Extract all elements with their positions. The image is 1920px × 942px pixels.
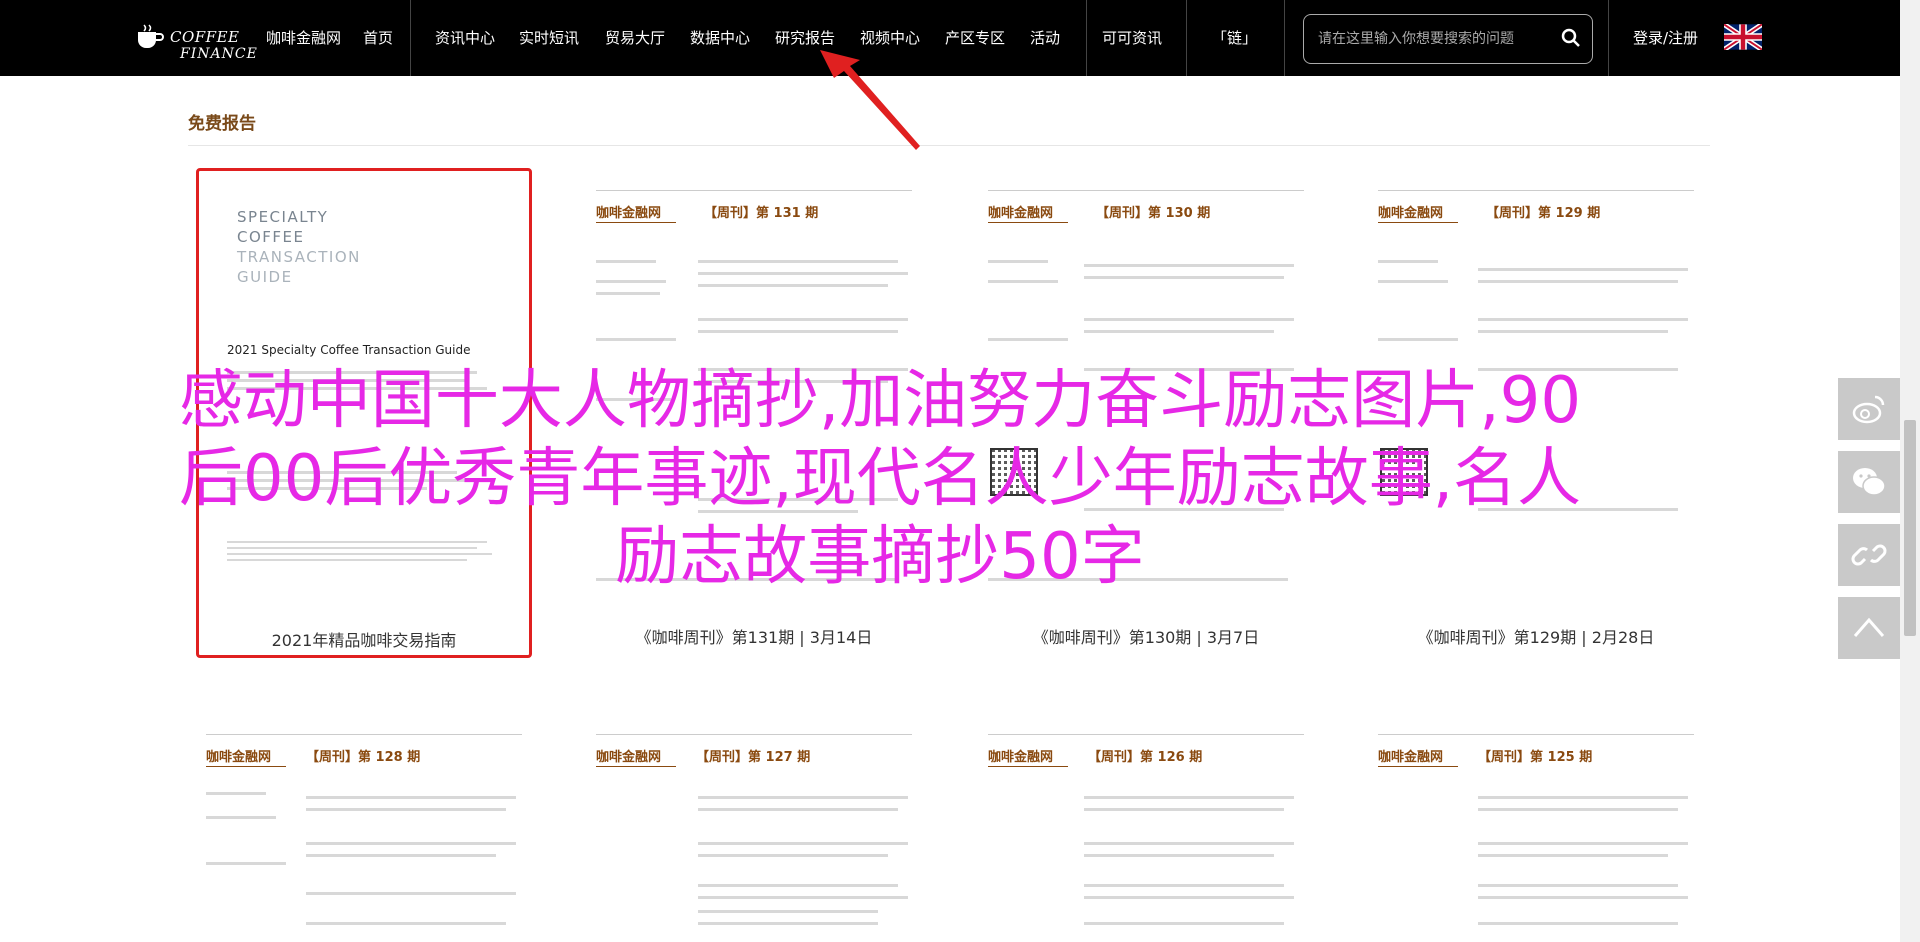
nav-divider (1086, 0, 1087, 76)
link-icon (1851, 544, 1887, 566)
report-caption[interactable]: 2021年精品咖啡交易指南 (199, 627, 529, 651)
scrollbar-thumb[interactable] (1904, 420, 1916, 636)
report-cover: 咖啡金融网 【周刊】第 125 期 (1368, 712, 1704, 942)
coffee-cup-icon (138, 24, 164, 48)
report-card-125[interactable]: 咖啡金融网 【周刊】第 125 期 (1368, 712, 1704, 942)
guide-cover-title: SPECIALTY COFFEE TRANSACTION GUIDE (237, 208, 361, 286)
red-arrow-annotation (820, 50, 920, 150)
report-issue: 【周刊】第 125 期 (1478, 750, 1593, 765)
nav-coffee-finance[interactable]: 咖啡金融网 (266, 27, 341, 48)
overlay-line-2: 后00后优秀青年事迹,现代名人少年励志故事,名人 (178, 442, 1582, 516)
nav-divider (410, 0, 411, 76)
section-divider (188, 145, 1710, 146)
logo-text-line2: FINANCE (180, 46, 258, 62)
report-brand: 咖啡金融网 (988, 206, 1054, 221)
nav-cocoa-news[interactable]: 可可资讯 (1102, 27, 1162, 48)
nav-divider (1608, 0, 1609, 76)
report-brand: 咖啡金融网 (1378, 206, 1444, 221)
logo-text-line1: COFFEE (170, 28, 240, 46)
report-issue: 【周刊】第 127 期 (696, 750, 811, 765)
report-card-127[interactable]: 咖啡金融网 【周刊】第 127 期 (586, 712, 922, 942)
nav-flash-news[interactable]: 实时短讯 (519, 27, 579, 48)
report-issue: 【周刊】第 126 期 (1088, 750, 1203, 765)
report-brand: 咖啡金融网 (596, 206, 662, 221)
overlay-line-3: 励志故事摘抄50字 (615, 520, 1145, 594)
report-caption[interactable]: 《咖啡周刊》第129期 | 2月28日 (1368, 624, 1704, 648)
report-issue: 【周刊】第 131 期 (704, 206, 819, 221)
nav-home[interactable]: 首页 (363, 27, 393, 48)
login-register-link[interactable]: 登录/注册 (1633, 27, 1698, 48)
back-to-top-button[interactable] (1838, 597, 1900, 659)
nav-origin-zone[interactable]: 产区专区 (945, 27, 1005, 48)
nav-data-center[interactable]: 数据中心 (690, 27, 750, 48)
share-wechat-button[interactable] (1838, 451, 1900, 513)
search-icon[interactable] (1560, 27, 1582, 49)
report-issue: 【周刊】第 130 期 (1096, 206, 1211, 221)
weibo-icon (1852, 395, 1885, 424)
report-brand: 咖啡金融网 (1378, 750, 1444, 765)
report-brand: 咖啡金融网 (596, 750, 662, 765)
search-input[interactable] (1316, 25, 1550, 53)
wechat-icon (1853, 468, 1886, 496)
nav-events[interactable]: 活动 (1030, 27, 1060, 48)
report-brand: 咖啡金融网 (206, 750, 272, 765)
share-link-button[interactable] (1838, 524, 1900, 586)
report-cover: 咖啡金融网 【周刊】第 128 期 (196, 712, 532, 942)
uk-flag-icon[interactable] (1724, 24, 1762, 50)
nav-divider (1284, 0, 1285, 76)
page-scrollbar[interactable] (1900, 0, 1920, 942)
guide-cover-subtitle: 2021 Specialty Coffee Transaction Guide (227, 343, 471, 357)
report-brand: 咖啡金融网 (988, 750, 1054, 765)
report-cover: 咖啡金融网 【周刊】第 127 期 (586, 712, 922, 942)
report-card-126[interactable]: 咖啡金融网 【周刊】第 126 期 (978, 712, 1314, 942)
search-box (1303, 14, 1593, 64)
nav-divider (1186, 0, 1187, 76)
report-caption[interactable]: 《咖啡周刊》第131期 | 3月14日 (586, 624, 922, 648)
top-navigation-bar: COFFEE FINANCE 咖啡金融网 首页 资讯中心 实时短讯 贸易大厅 数… (0, 0, 1900, 76)
overlay-line-1: 感动中国十大人物摘抄,加油努力奋斗励志图片,90 (178, 364, 1582, 438)
report-cover: 咖啡金融网 【周刊】第 126 期 (978, 712, 1314, 942)
back-to-top-icon (1853, 617, 1885, 637)
nav-news-center[interactable]: 资讯中心 (435, 27, 495, 48)
overlay-headline: 感动中国十大人物摘抄,加油努力奋斗励志图片,90 后00后优秀青年事迹,现代名人… (0, 362, 1760, 596)
report-issue: 【周刊】第 128 期 (306, 750, 421, 765)
report-card-128[interactable]: 咖啡金融网 【周刊】第 128 期 (196, 712, 532, 942)
share-weibo-button[interactable] (1838, 378, 1900, 440)
nav-trade-hall[interactable]: 贸易大厅 (605, 27, 665, 48)
report-caption[interactable]: 《咖啡周刊》第130期 | 3月7日 (978, 624, 1314, 648)
coffee-finance-logo[interactable]: COFFEE FINANCE (136, 10, 258, 66)
section-title: 免费报告 (188, 114, 256, 134)
nav-chain[interactable]: 「链」 (1212, 27, 1257, 48)
report-issue: 【周刊】第 129 期 (1486, 206, 1601, 221)
